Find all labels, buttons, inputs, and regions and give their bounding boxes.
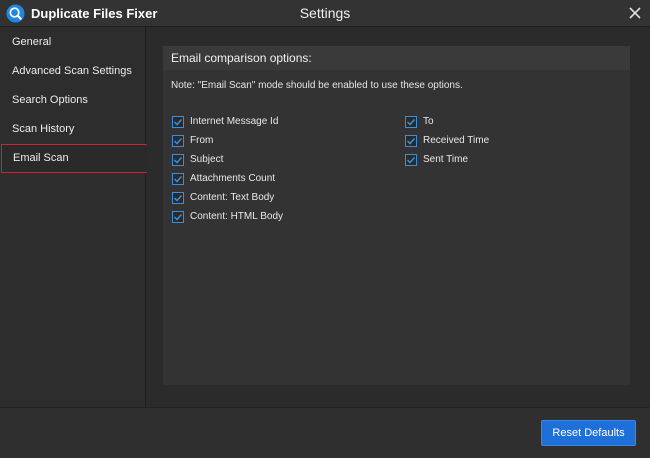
- sidebar-item-email-scan[interactable]: Email Scan: [1, 144, 149, 173]
- checkbox-checked-icon: [172, 173, 184, 185]
- checkbox-checked-icon: [405, 116, 417, 128]
- checkbox-label: Attachments Count: [190, 173, 276, 184]
- email-scan-note: Note: "Email Scan" mode should be enable…: [171, 80, 463, 91]
- checkbox-label: Sent Time: [423, 154, 469, 165]
- checkbox-checked-icon: [405, 135, 417, 147]
- sidebar-item-search-options[interactable]: Search Options: [0, 86, 146, 115]
- sidebar-item-scan-history[interactable]: Scan History: [0, 115, 146, 144]
- checkbox-checked-icon: [172, 211, 184, 223]
- checkbox-label: Content: HTML Body: [190, 211, 284, 222]
- window-title: Settings: [299, 5, 351, 21]
- panel-title: Email comparison options:: [163, 46, 630, 70]
- settings-sidebar: General Advanced Scan Settings Search Op…: [0, 27, 149, 407]
- checkbox-label: From: [190, 135, 214, 146]
- close-icon[interactable]: [626, 4, 644, 22]
- checkbox-checked-icon: [172, 135, 184, 147]
- sidebar-item-general[interactable]: General: [0, 28, 146, 57]
- checkbox-label: To: [423, 116, 434, 127]
- content-area: Email comparison options: Note: "Email S…: [147, 27, 650, 407]
- sidebar-item-advanced-scan-settings[interactable]: Advanced Scan Settings: [0, 57, 146, 86]
- checkbox-label: Content: Text Body: [190, 192, 275, 203]
- email-options-panel: Email comparison options: Note: "Email S…: [163, 46, 630, 385]
- checkbox-checked-icon: [172, 192, 184, 204]
- reset-defaults-button[interactable]: Reset Defaults: [541, 420, 636, 446]
- checkbox-label: Subject: [190, 154, 224, 165]
- checkbox-label: Received Time: [423, 135, 490, 146]
- checkbox-label: Internet Message Id: [190, 116, 279, 127]
- title-bar: Duplicate Files Fixer Settings: [0, 0, 650, 27]
- footer-bar: Reset Defaults: [0, 407, 650, 458]
- checkbox-checked-icon: [172, 116, 184, 128]
- checkbox-checked-icon: [405, 154, 417, 166]
- checkbox-checked-icon: [172, 154, 184, 166]
